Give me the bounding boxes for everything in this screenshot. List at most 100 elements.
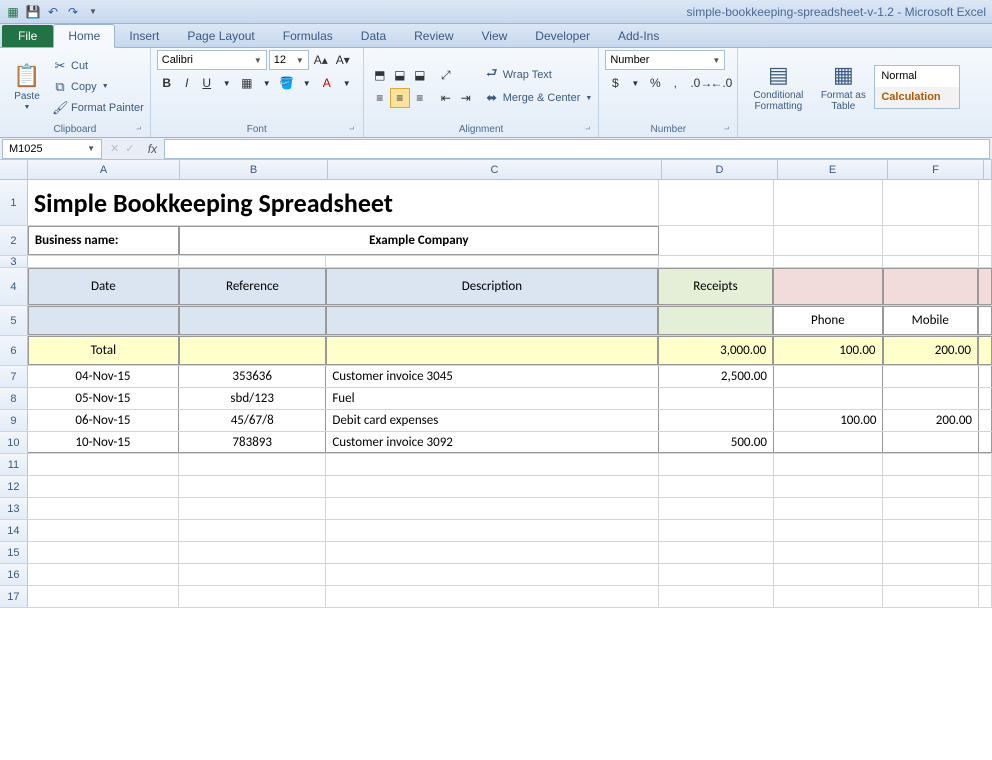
- fontcolor-dd[interactable]: ▼: [337, 73, 357, 93]
- number-format-combo[interactable]: Number▼: [605, 50, 725, 70]
- cell[interactable]: [179, 336, 326, 365]
- cell[interactable]: [659, 498, 774, 519]
- cell[interactable]: [659, 542, 774, 563]
- style-normal[interactable]: Normal: [875, 66, 959, 87]
- qat-dropdown-icon[interactable]: ▼: [84, 3, 102, 21]
- cell-rec[interactable]: 500.00: [659, 432, 774, 453]
- row-header[interactable]: 15: [0, 542, 28, 563]
- align-right-button[interactable]: ≡: [410, 88, 430, 108]
- cell[interactable]: [774, 498, 883, 519]
- cell[interactable]: [774, 476, 883, 497]
- cell[interactable]: [326, 498, 658, 519]
- tab-page-layout[interactable]: Page Layout: [173, 25, 268, 47]
- cell[interactable]: [883, 226, 979, 255]
- tab-data[interactable]: Data: [347, 25, 400, 47]
- hdr-phone[interactable]: Phone: [773, 306, 882, 335]
- file-tab[interactable]: File: [2, 25, 53, 47]
- wrap-text-button[interactable]: ⮐Wrap Text: [484, 65, 593, 85]
- cell[interactable]: [774, 454, 883, 475]
- cell[interactable]: [659, 256, 774, 267]
- cell[interactable]: [979, 476, 992, 497]
- col-A[interactable]: A: [28, 160, 180, 179]
- cell[interactable]: [979, 564, 992, 585]
- cell-desc[interactable]: Customer invoice 3045: [326, 366, 658, 387]
- sheet-title[interactable]: Simple Bookkeeping Spreadsheet: [28, 180, 659, 225]
- cell[interactable]: [28, 498, 179, 519]
- tab-home[interactable]: Home: [53, 24, 115, 48]
- row-header[interactable]: 16: [0, 564, 28, 585]
- undo-icon[interactable]: ↶: [44, 3, 62, 21]
- col-C[interactable]: C: [328, 160, 662, 179]
- cell[interactable]: [326, 306, 658, 335]
- orientation-button[interactable]: ⤢: [436, 65, 456, 85]
- cell[interactable]: [659, 564, 774, 585]
- cell-date[interactable]: 05-Nov-15: [28, 388, 179, 409]
- row-header[interactable]: 3: [0, 256, 28, 267]
- style-calculation[interactable]: Calculation: [875, 87, 959, 108]
- row-header[interactable]: 5: [0, 306, 28, 335]
- row-header[interactable]: 11: [0, 454, 28, 475]
- cell[interactable]: [326, 520, 658, 541]
- cell[interactable]: [883, 476, 979, 497]
- cell[interactable]: [659, 586, 774, 607]
- cell[interactable]: [659, 454, 774, 475]
- decrease-font-button[interactable]: A▾: [333, 50, 353, 70]
- cell[interactable]: [978, 336, 992, 365]
- hdr-receipts[interactable]: Receipts: [658, 268, 773, 305]
- cell-styles-gallery[interactable]: Normal Calculation: [874, 65, 960, 109]
- cell[interactable]: [179, 256, 326, 267]
- cell[interactable]: [774, 256, 883, 267]
- col-B[interactable]: B: [180, 160, 328, 179]
- fill-color-button[interactable]: 🪣: [277, 73, 297, 93]
- font-name-combo[interactable]: Calibri▼: [157, 50, 267, 70]
- col-F[interactable]: F: [888, 160, 984, 179]
- cell-mobile[interactable]: [883, 432, 979, 453]
- underline-button[interactable]: U: [197, 73, 217, 93]
- cell[interactable]: [774, 586, 883, 607]
- cell-rec[interactable]: 2,500.00: [659, 366, 774, 387]
- cell[interactable]: [326, 542, 658, 563]
- cell[interactable]: [774, 180, 883, 225]
- excel-icon[interactable]: ▦: [4, 3, 22, 21]
- cell[interactable]: [326, 564, 658, 585]
- increase-decimal-button[interactable]: .0→: [691, 73, 711, 93]
- row-header[interactable]: 4: [0, 268, 28, 305]
- font-color-button[interactable]: A: [317, 73, 337, 93]
- row-header[interactable]: 8: [0, 388, 28, 409]
- row-header[interactable]: 7: [0, 366, 28, 387]
- hdr-desc[interactable]: Description: [326, 268, 658, 305]
- decrease-decimal-button[interactable]: ←.0: [711, 73, 731, 93]
- tab-developer[interactable]: Developer: [521, 25, 604, 47]
- cell-ref[interactable]: sbd/123: [179, 388, 326, 409]
- cell[interactable]: [774, 564, 883, 585]
- cell[interactable]: [883, 586, 979, 607]
- cell[interactable]: [883, 256, 979, 267]
- cell[interactable]: [179, 564, 326, 585]
- cell[interactable]: [883, 542, 979, 563]
- fx-icon[interactable]: fx: [140, 142, 164, 156]
- cell[interactable]: [883, 498, 979, 519]
- merge-center-button[interactable]: ⬌Merge & Center▼: [484, 88, 593, 108]
- cell-phone[interactable]: [774, 388, 883, 409]
- col-E[interactable]: E: [778, 160, 888, 179]
- align-bottom-button[interactable]: ⬓: [410, 65, 430, 85]
- cell[interactable]: [979, 180, 992, 225]
- cell[interactable]: [179, 520, 326, 541]
- save-icon[interactable]: 💾: [24, 3, 42, 21]
- cell[interactable]: [659, 226, 774, 255]
- percent-button[interactable]: %: [645, 73, 665, 93]
- font-size-combo[interactable]: 12▼: [269, 50, 309, 70]
- cell-phone[interactable]: [774, 366, 883, 387]
- cell[interactable]: [978, 306, 992, 335]
- cell[interactable]: [28, 476, 179, 497]
- total-phone[interactable]: 100.00: [773, 336, 882, 365]
- cell-date[interactable]: 10-Nov-15: [28, 432, 179, 453]
- cell[interactable]: [28, 564, 179, 585]
- row-header[interactable]: 6: [0, 336, 28, 365]
- row-header[interactable]: 10: [0, 432, 28, 453]
- cell[interactable]: [883, 268, 978, 305]
- cell[interactable]: [326, 256, 658, 267]
- tab-formulas[interactable]: Formulas: [269, 25, 347, 47]
- tab-view[interactable]: View: [468, 25, 522, 47]
- accounting-dd[interactable]: ▼: [625, 73, 645, 93]
